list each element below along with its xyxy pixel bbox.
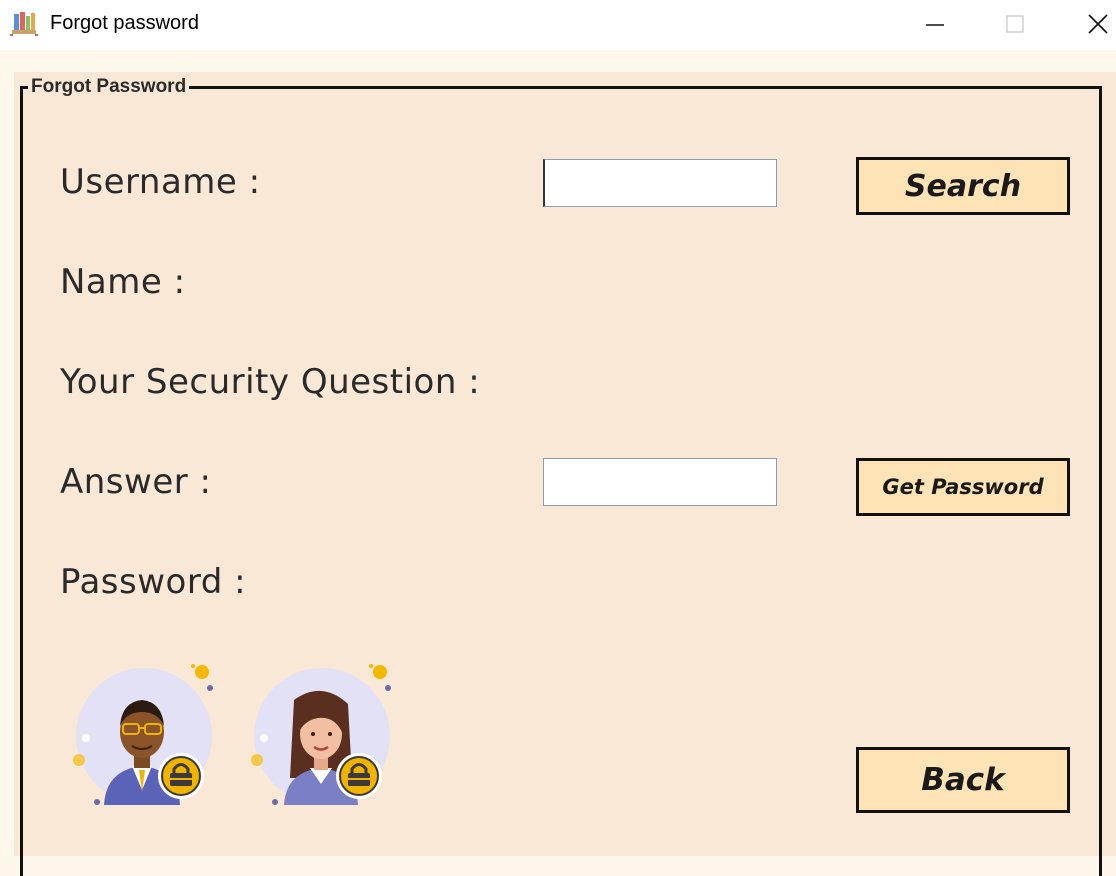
maximize-icon[interactable] bbox=[976, 0, 1056, 50]
window-title: Forgot password bbox=[50, 12, 199, 34]
security-question-label: Your Security Question : bbox=[60, 362, 481, 402]
library-books-icon bbox=[10, 12, 38, 36]
answer-label: Answer : bbox=[60, 462, 212, 502]
name-label: Name : bbox=[60, 262, 186, 302]
title-bar[interactable]: Forgot password bbox=[0, 0, 1116, 50]
close-icon[interactable] bbox=[1056, 0, 1116, 50]
man-lock-avatar-icon bbox=[73, 664, 213, 805]
get-password-button[interactable]: Get Password bbox=[856, 458, 1070, 516]
search-button[interactable]: Search bbox=[856, 157, 1070, 215]
password-label: Password : bbox=[60, 562, 247, 602]
woman-lock-avatar-icon bbox=[251, 664, 391, 805]
back-button[interactable]: Back bbox=[856, 747, 1070, 813]
group-box-legend: Forgot Password bbox=[28, 76, 190, 98]
answer-input[interactable] bbox=[543, 458, 777, 506]
username-label: Username : bbox=[60, 162, 261, 202]
username-input[interactable] bbox=[543, 159, 777, 207]
minimize-icon[interactable] bbox=[896, 0, 976, 50]
